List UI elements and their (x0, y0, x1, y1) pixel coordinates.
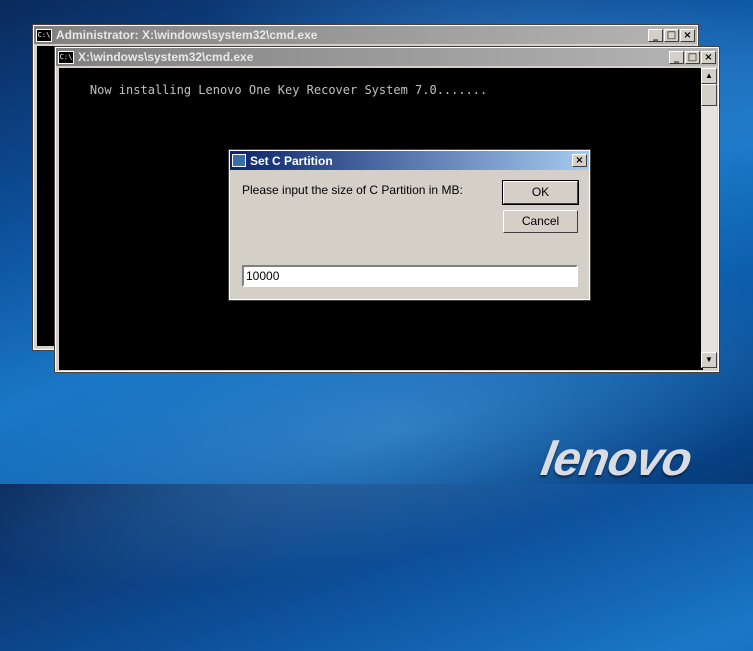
front-window-title: X:\windows\system32\cmd.exe (78, 50, 254, 64)
lenovo-logo: lenovo (537, 433, 696, 486)
front-window-titlebar[interactable]: C:\ X:\windows\system32\cmd.exe _ □ × (56, 48, 718, 66)
ok-button[interactable]: OK (502, 180, 579, 205)
partition-size-prompt: Please input the size of C Partition in … (242, 183, 463, 197)
maximize-button[interactable]: □ (664, 28, 679, 42)
scroll-down-button[interactable]: ▼ (701, 352, 717, 368)
vertical-scrollbar[interactable]: ▲ ▼ (701, 68, 717, 368)
dialog-app-icon (232, 154, 246, 167)
back-window-titlebar[interactable]: C:\ Administrator: X:\windows\system32\c… (34, 26, 697, 44)
minimize-button[interactable]: _ (669, 50, 684, 64)
scroll-thumb[interactable] (701, 84, 717, 106)
dialog-titlebar[interactable]: Set C Partition × (230, 151, 589, 170)
minimize-button[interactable]: _ (648, 28, 663, 42)
console-icon: C:\ (58, 50, 74, 64)
console-icon: C:\ (36, 28, 52, 42)
maximize-button[interactable]: □ (685, 50, 700, 64)
dialog-title: Set C Partition (250, 153, 333, 168)
back-window-title: Administrator: X:\windows\system32\cmd.e… (56, 28, 318, 42)
dialog-close-button[interactable]: × (572, 154, 587, 167)
set-partition-dialog[interactable]: Set C Partition × Please input the size … (228, 149, 591, 301)
cancel-button[interactable]: Cancel (503, 210, 578, 233)
console-output: Now installing Lenovo One Key Recover Sy… (89, 83, 488, 97)
partition-size-input[interactable] (242, 265, 578, 287)
scroll-up-button[interactable]: ▲ (701, 68, 717, 84)
close-button[interactable]: × (701, 50, 716, 64)
close-button[interactable]: × (680, 28, 695, 42)
